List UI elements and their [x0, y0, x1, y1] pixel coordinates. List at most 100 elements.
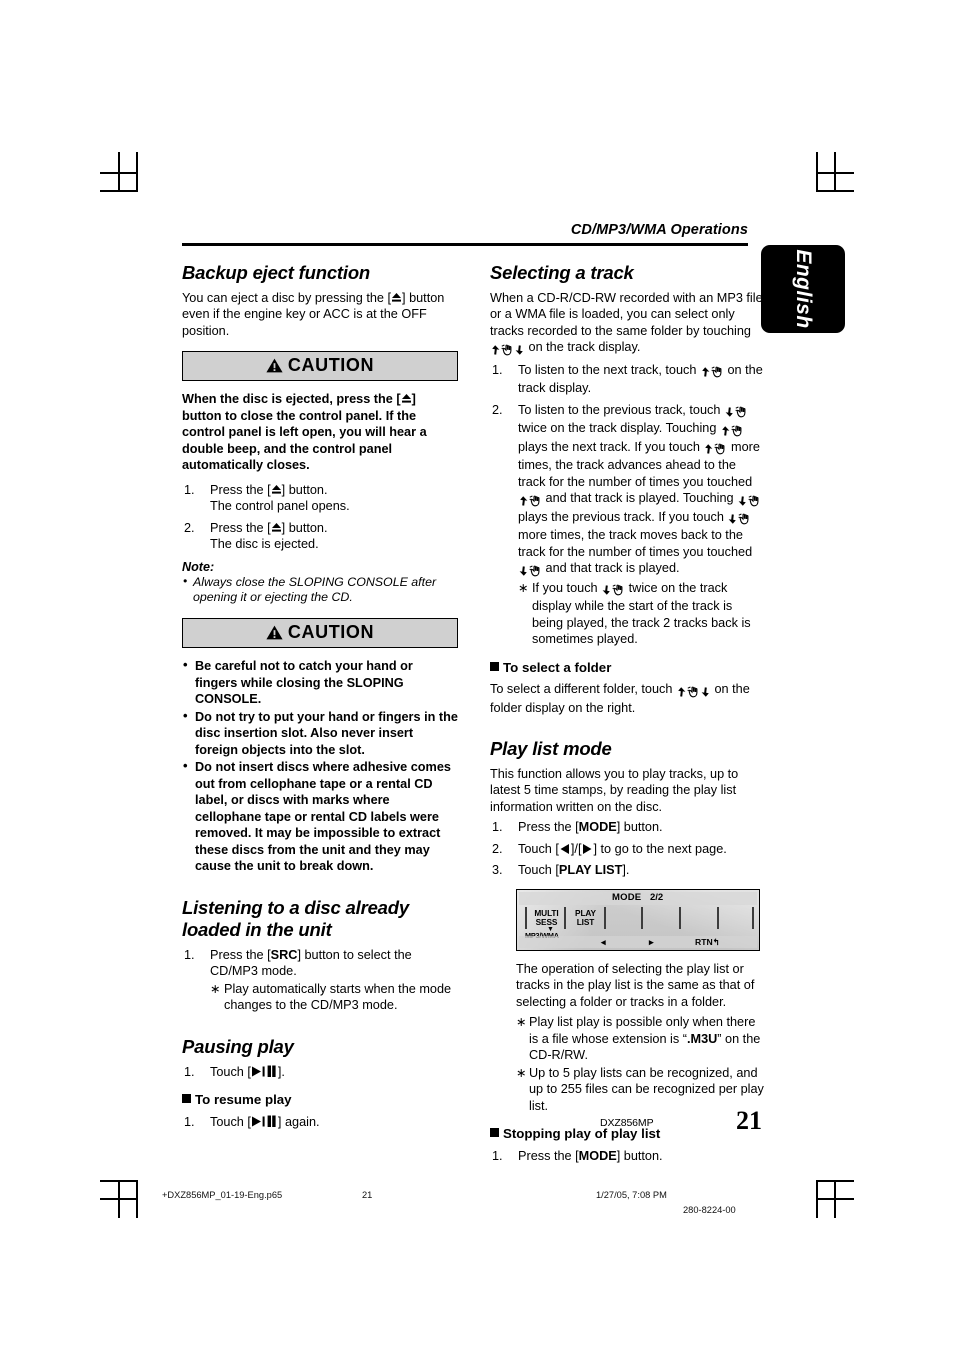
display-key-multi-sess[interactable]: MULTI SESS [529, 908, 564, 928]
listening-steps: 1. Press the [SRC] button to select the … [182, 947, 458, 1014]
selecting-track-note-list: If you touch twice on the track display … [518, 580, 766, 648]
step-text-c2: plays the next track. If you touch [518, 439, 704, 454]
note-label: Note: [182, 559, 215, 574]
list-item: 2. Touch []/[] to go to the next page. [490, 841, 766, 858]
caution-label-2: CAUTION [287, 622, 375, 643]
step-text-c4: and that track is played. [542, 491, 680, 506]
list-item: 3. Touch [PLAY LIST]. [490, 862, 766, 879]
eject-icon [401, 393, 412, 404]
step-number: 2. [184, 520, 195, 535]
display-separator [752, 906, 754, 929]
list-item: Always close the SLOPING CONSOLE after o… [182, 574, 458, 607]
caution-banner-1: CAUTION [182, 351, 458, 382]
key-label-mode: MODE [578, 1148, 617, 1163]
imprint-date: 1/27/05, 7:08 PM [596, 1190, 667, 1200]
display-nav-left-icon[interactable]: ◂ [601, 937, 606, 948]
step-text-b: twice on the track display. [518, 421, 663, 436]
imprint-page-number: 21 [362, 1190, 373, 1200]
resume-steps: 1. Touch [] again. [182, 1114, 458, 1131]
play-pause-icon [251, 1115, 278, 1128]
caution-1-body: When the disc is ejected, press the [] b… [182, 391, 458, 474]
step-text-a: Touch [ [518, 841, 559, 856]
heading-text: To resume play [195, 1092, 292, 1107]
language-tab: English [761, 245, 845, 333]
select-folder-text: To select a different folder, touch on t… [490, 681, 766, 716]
caution-label-1: CAUTION [287, 355, 375, 376]
play-list-mode-intro: This function allows you to play tracks,… [490, 766, 739, 814]
track-down-hand-icon-group [727, 511, 751, 528]
language-tab-label: English [792, 249, 815, 329]
display-nav-right-icon[interactable]: ▸ [649, 937, 654, 948]
list-item: Play list play is possible only when the… [516, 1014, 766, 1064]
display-separator [564, 906, 566, 929]
selecting-track-steps: 1. To listen to the next track, touch on… [490, 362, 766, 648]
folder-up-hand-down-icon-group [676, 683, 711, 700]
list-item: 1. Press the [] button. The control pane… [182, 482, 458, 515]
step-text-d2: plays the previous track. If you touch [518, 509, 728, 524]
display-separator [679, 906, 681, 929]
caution-banner-2: CAUTION [182, 618, 458, 649]
heading-to-resume-play: To resume play [182, 1092, 458, 1109]
key-label-mode: MODE [578, 820, 617, 835]
crop-mark-bottom-left [100, 1180, 138, 1182]
display-separator [525, 906, 527, 929]
folder-text-a: To select a different folder, touch [490, 682, 676, 697]
backup-eject-intro-a: You can eject a disc by pressing the [ [182, 290, 392, 305]
square-bullet-icon [182, 1094, 191, 1103]
crop-mark-top-left [136, 152, 138, 190]
step-number: 3. [492, 863, 503, 878]
list-item: Do not try to put your hand or fingers i… [182, 708, 458, 759]
note-text-a: If you touch [532, 580, 602, 595]
display-separator [604, 906, 606, 929]
step-number: 1. [492, 820, 503, 835]
track-down-hand-icon-group [724, 404, 748, 421]
display-separator [641, 906, 643, 929]
left-triangle-icon [559, 843, 571, 855]
eject-icon [271, 522, 282, 533]
crop-mark-bottom-right [816, 1180, 854, 1182]
list-item: 1. Press the [MODE] button. [490, 819, 766, 836]
list-item: If you touch twice on the track display … [518, 580, 766, 648]
display-key-play-list[interactable]: PLAY LIST [568, 908, 603, 928]
display-return-button[interactable]: RTN↰ [695, 937, 720, 948]
play-list-mode-steps: 1. Press the [MODE] button. 2. Touch []/… [490, 819, 766, 879]
step-number: 1. [492, 1148, 503, 1163]
warning-triangle-icon [266, 625, 283, 640]
heading-to-select-a-folder: To select a folder [490, 660, 766, 677]
crop-mark-top-right [834, 152, 836, 190]
heading-selecting-a-track: Selecting a track [490, 262, 634, 283]
backup-eject-steps: 1. Press the [] button. The control pane… [182, 482, 458, 553]
display-return-arrow-icon: ↰ [712, 937, 720, 948]
track-down-hand-icon-group [601, 582, 625, 599]
list-item: 1. To listen to the next track, touch on… [490, 362, 766, 397]
track-up-hand-icon-group [700, 364, 724, 381]
crop-mark-top-left [100, 172, 138, 174]
key-label-play-list: PLAY LIST [558, 863, 623, 878]
heading-pausing-play: Pausing play [182, 1035, 294, 1057]
step-text-c: The control panel opens. [210, 499, 350, 514]
step-number: 1. [184, 1114, 195, 1129]
crop-mark-top-right [816, 172, 854, 174]
step-text-d4: and that track is played. [542, 561, 680, 576]
step-text-a: To listen to the next track, touch [518, 362, 700, 377]
step-text-a: Touch [ [518, 863, 559, 878]
crop-mark-top-right [816, 152, 818, 190]
eject-icon [391, 292, 402, 303]
step-text-b: ]. [277, 1064, 285, 1079]
step-text-d3: more times, the track moves back to the … [518, 528, 753, 559]
list-item: 2. Press the [] button. The disc is ejec… [182, 520, 458, 553]
track-up-hand-icon-group [518, 492, 542, 509]
play-list-notes: Play list play is possible only when the… [516, 1014, 766, 1114]
display-format-marker: ▼ [547, 925, 554, 933]
crop-mark-bottom-left [100, 1198, 138, 1200]
display-bottom-bar [519, 935, 757, 948]
list-item: Up to 5 play lists can be recognized, an… [516, 1065, 766, 1115]
step-text-b: ] button. [281, 482, 328, 497]
step-text-a: Press the [ [210, 520, 271, 535]
track-up-hand-icon-group [703, 441, 727, 458]
running-head: CD/MP3/WMA Operations [570, 222, 748, 238]
step-text-a: Press the [ [518, 1148, 579, 1163]
display-screen-illustration: MODE 2/2 MULTI SESS PLAY LIST ▼ MP3/WMA … [516, 888, 760, 951]
heading-backup-eject-function: Backup eject function [182, 262, 371, 283]
extension-label-m3u: .M3U [686, 1031, 718, 1046]
